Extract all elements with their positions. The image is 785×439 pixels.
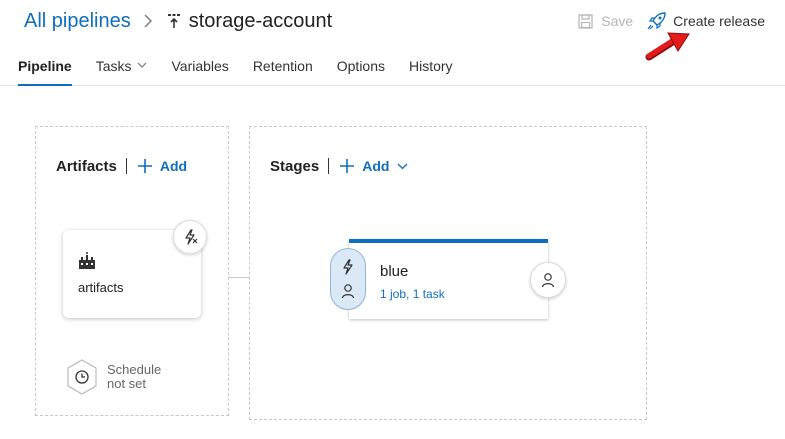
person-icon: [341, 284, 355, 299]
tab-tasks[interactable]: Tasks: [96, 56, 148, 86]
add-artifact-label: Add: [159, 158, 188, 174]
divider: [125, 158, 127, 174]
stage-name: blue: [380, 263, 409, 280]
save-icon: [578, 13, 593, 29]
chevron-down-icon: [138, 62, 147, 68]
breadcrumb: All pipelines storage-account: [24, 8, 332, 34]
page-title: storage-account: [188, 9, 333, 32]
create-release-label: Create release: [673, 13, 765, 29]
save-label: Save: [601, 13, 634, 29]
artifact-name: artifacts: [78, 280, 124, 295]
add-artifact-button[interactable]: Add: [137, 158, 187, 174]
add-stage-label: Add: [362, 158, 390, 174]
continuous-deployment-trigger-button[interactable]: [173, 220, 207, 254]
pre-deployment-conditions-button[interactable]: [330, 248, 366, 310]
plus-icon: [137, 159, 152, 173]
release-pipeline-icon: [167, 13, 181, 29]
red-arrow-annotation: [645, 32, 690, 61]
artifacts-title: Artifacts: [56, 157, 117, 175]
schedule-line-1: Schedule: [107, 362, 162, 377]
artifacts-header: Artifacts Add: [56, 155, 187, 177]
stage-tasks-link[interactable]: 1 job, 1 task: [380, 287, 445, 301]
tab-label: History: [409, 58, 453, 74]
tab-label: Tasks: [95, 58, 132, 74]
header-actions: Save Create release: [578, 12, 765, 30]
tab-label: Pipeline: [18, 58, 72, 74]
schedule-trigger[interactable]: Schedule not set: [65, 358, 161, 396]
clock-icon: [67, 359, 97, 395]
build-icon: [79, 252, 95, 269]
all-pipelines-link[interactable]: All pipelines: [24, 10, 131, 33]
lightning-icon: [343, 259, 353, 275]
stages-title: Stages: [270, 157, 320, 175]
tab-variables[interactable]: Variables: [171, 56, 228, 86]
tab-label: Options: [336, 58, 385, 74]
tab-history[interactable]: History: [409, 56, 453, 86]
artifact-stage-connector: [229, 277, 249, 278]
lightning-off-icon: [185, 229, 198, 245]
chevron-right-icon: [143, 13, 153, 29]
tab-bar: Pipeline Tasks Variables Retention Optio…: [18, 56, 477, 86]
tab-pipeline[interactable]: Pipeline: [18, 56, 72, 86]
chevron-down-icon[interactable]: [397, 163, 408, 170]
rocket-icon: [647, 12, 666, 30]
stage-card-blue[interactable]: blue 1 job, 1 task: [349, 239, 548, 319]
save-button[interactable]: Save: [578, 13, 633, 29]
divider: [328, 158, 330, 174]
tab-label: Retention: [252, 58, 313, 74]
schedule-line-2: not set: [107, 376, 147, 391]
tab-label: Variables: [171, 58, 229, 74]
schedule-label: Schedule not set: [107, 363, 161, 391]
tab-retention[interactable]: Retention: [253, 56, 313, 86]
plus-icon: [340, 159, 355, 173]
create-release-button[interactable]: Create release: [647, 12, 765, 30]
tab-options[interactable]: Options: [337, 56, 385, 86]
add-stage-button[interactable]: Add: [339, 158, 415, 174]
person-icon: [541, 273, 555, 288]
post-deployment-conditions-button[interactable]: [530, 262, 566, 298]
stages-header: Stages Add: [270, 155, 415, 177]
